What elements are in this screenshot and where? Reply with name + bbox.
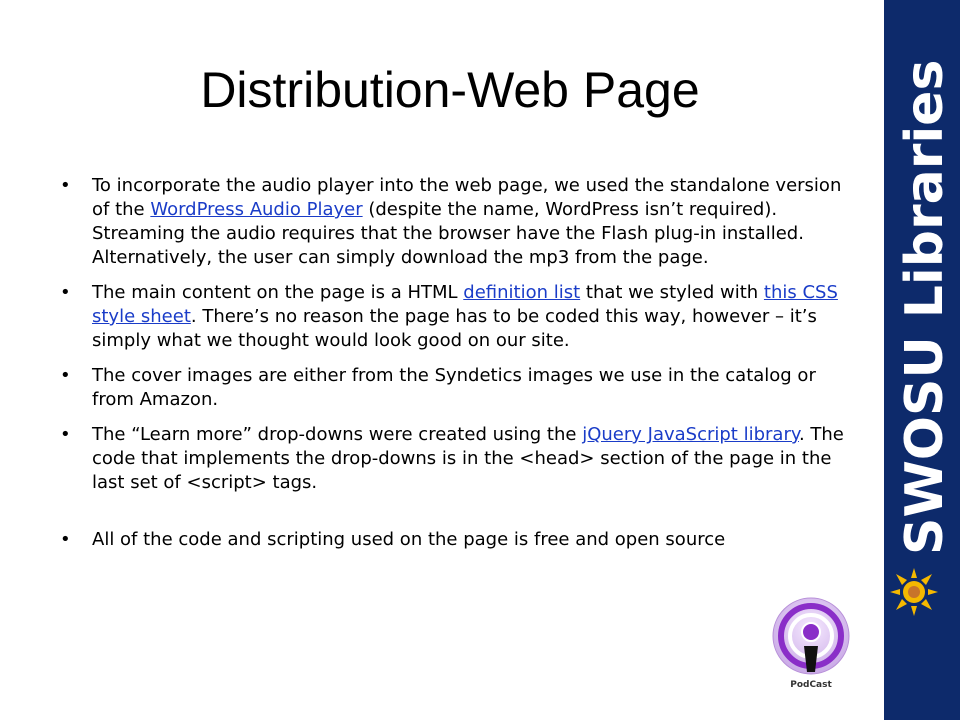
bullet-text: . There’s no reason the page has to be c…	[92, 306, 817, 351]
bullet-dot: •	[60, 175, 71, 196]
podcast-badge: PodCast	[766, 596, 856, 692]
bullet-item: • The “Learn more” drop-downs were create…	[58, 423, 848, 495]
slide-title: Distribution-Web Page	[200, 62, 700, 118]
sun-icon	[890, 568, 938, 616]
bullet-item: • The main content on the page is a HTML …	[58, 281, 848, 353]
swosu-libraries-banner: SWOSU Libraries	[884, 0, 960, 720]
bullet-dot: •	[60, 424, 71, 445]
bullet-item: • To incorporate the audio player into th…	[58, 174, 848, 270]
bullet-dot: •	[60, 529, 71, 550]
bullet-text: that we styled with	[580, 282, 764, 303]
bullet-item: • All of the code and scripting used on t…	[58, 528, 848, 552]
text-link[interactable]: definition list	[463, 282, 580, 303]
bullet-text: The “Learn more” drop-downs were created…	[92, 424, 583, 445]
text-link[interactable]: WordPress Audio Player	[150, 199, 362, 220]
bullet-text: All of the code and scripting used on th…	[92, 529, 726, 550]
bullet-dot: •	[60, 365, 71, 386]
slide: Distribution-Web Page • To incorporate th…	[0, 0, 960, 720]
swosu-logo: SWOSU Libraries	[884, 0, 960, 720]
bullet-dot: •	[60, 282, 71, 303]
bullet-text: The cover images are either from the Syn…	[92, 365, 816, 410]
podcast-label: PodCast	[790, 680, 832, 690]
logo-text: SWOSU Libraries	[895, 60, 955, 555]
bullet-item: • The cover images are either from the Sy…	[58, 364, 848, 412]
text-link[interactable]: jQuery JavaScript library	[582, 424, 799, 445]
bullet-list: • To incorporate the audio player into th…	[58, 174, 848, 563]
bullet-text: The main content on the page is a HTML	[92, 282, 464, 303]
podcast-icon: PodCast	[772, 597, 850, 690]
